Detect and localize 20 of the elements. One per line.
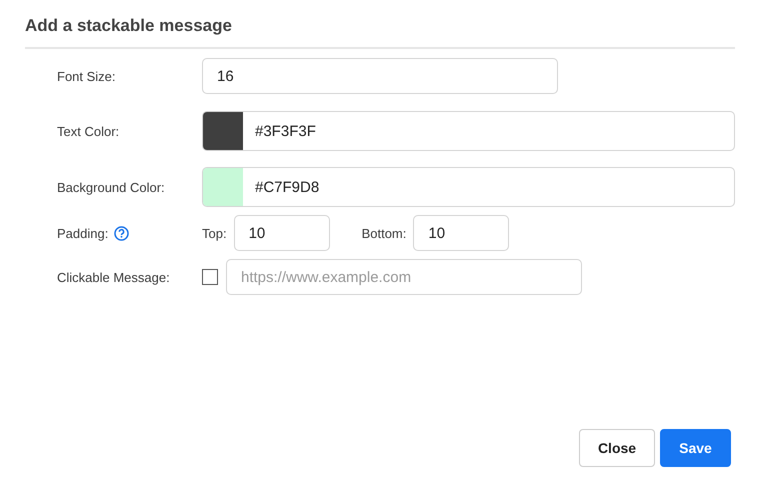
top-padding-field[interactable]: 10 xyxy=(234,215,330,251)
color-swatch[interactable] xyxy=(203,112,243,150)
field-label: Text Color: xyxy=(57,124,120,138)
field-label: Bottom: xyxy=(362,226,406,240)
close-button[interactable]: Close xyxy=(579,429,655,467)
color-swatch[interactable] xyxy=(203,168,243,206)
field-label: Font Size: xyxy=(57,68,116,84)
color-field[interactable]: #3F3F3F xyxy=(202,111,735,151)
font-size-field[interactable]: 16 xyxy=(202,58,558,94)
help-icon[interactable] xyxy=(114,226,130,240)
bottom-padding-field[interactable]: 10 xyxy=(413,215,510,251)
save-button[interactable]: Save xyxy=(660,429,731,467)
field-label: Top: xyxy=(202,226,227,240)
field-label: Padding: xyxy=(57,226,108,240)
color-field[interactable]: #C7F9D8 xyxy=(202,167,735,207)
dialog-title: Add a stackable message xyxy=(24,15,233,37)
url-field[interactable]: https://www.example.com xyxy=(226,259,582,295)
field-label: Clickable Message: xyxy=(57,270,170,284)
checkbox[interactable] xyxy=(202,269,218,285)
field-label: Background Color: xyxy=(57,180,165,194)
